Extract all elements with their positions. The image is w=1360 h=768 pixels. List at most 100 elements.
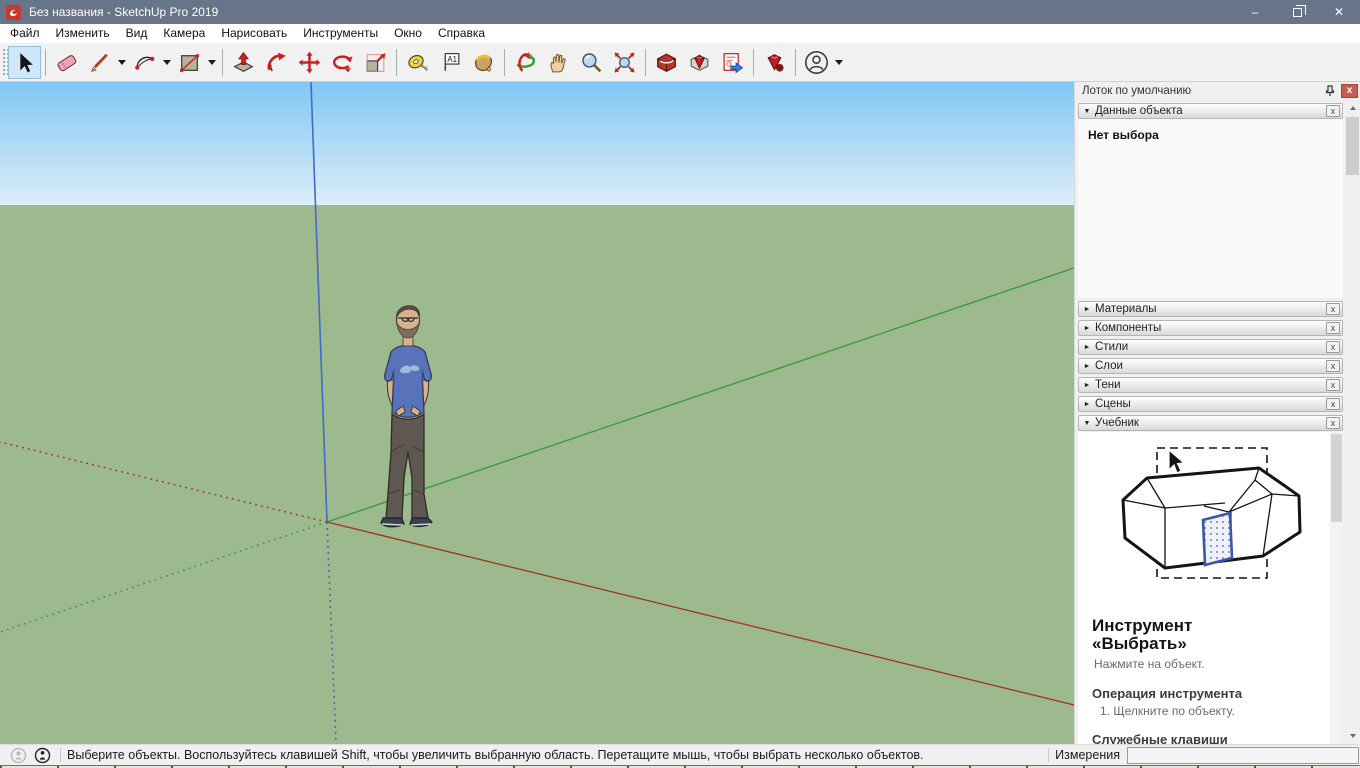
tray-close-button[interactable]: x — [1341, 84, 1358, 98]
extension-warehouse-icon — [687, 50, 712, 75]
3d-warehouse-button[interactable] — [650, 46, 683, 79]
panel-header-layers[interactable]: ► Слои x — [1078, 358, 1343, 374]
toolbar-grip[interactable] — [1, 47, 8, 77]
panel-close-button[interactable]: x — [1326, 417, 1340, 429]
select-tool-button[interactable] — [8, 46, 41, 79]
push-pull-tool-button[interactable] — [227, 46, 260, 79]
arc-icon — [132, 50, 157, 75]
panel-label: Стили — [1095, 341, 1326, 353]
no-selection-text: Нет выбора — [1078, 119, 1343, 142]
rotate-tool-button[interactable] — [326, 46, 359, 79]
instructor-scrollbar[interactable] — [1330, 432, 1343, 744]
measurements-input[interactable] — [1127, 747, 1359, 764]
scale-icon — [363, 50, 388, 75]
select-arrow-icon — [12, 50, 37, 75]
menu-view[interactable]: Вид — [118, 24, 156, 43]
panel-header-materials[interactable]: ► Материалы x — [1078, 301, 1343, 317]
panel-close-button[interactable]: x — [1326, 322, 1340, 334]
3d-viewport[interactable] — [0, 82, 1074, 744]
default-tray: Лоток по умолчанию x ▼ Данные объекта x … — [1074, 82, 1360, 744]
text-tool-button[interactable]: A1 — [434, 46, 467, 79]
panel-header-components[interactable]: ► Компоненты x — [1078, 320, 1343, 336]
account-button[interactable] — [800, 46, 833, 79]
zoom-extents-tool-button[interactable] — [608, 46, 641, 79]
line-tool-dropdown[interactable] — [116, 46, 128, 79]
rectangle-tool-dropdown[interactable] — [206, 46, 218, 79]
chevron-right-icon: ► — [1079, 306, 1095, 313]
scroll-up-arrow-icon[interactable] — [1345, 100, 1360, 116]
drawing-axes — [0, 82, 1074, 744]
window-title: Без названия - SketchUp Pro 2019 — [29, 5, 218, 19]
panel-close-button[interactable]: x — [1326, 341, 1340, 353]
pin-icon — [1325, 85, 1335, 97]
tray-scrollbar[interactable] — [1345, 100, 1360, 744]
pan-tool-button[interactable] — [542, 46, 575, 79]
claim-credit-icon[interactable] — [32, 745, 52, 765]
geolocation-icon[interactable] — [8, 745, 28, 765]
menu-file[interactable]: Файл — [2, 24, 48, 43]
main-area: Лоток по умолчанию x ▼ Данные объекта x … — [0, 82, 1360, 744]
panel-close-button[interactable]: x — [1326, 303, 1340, 315]
menu-edit[interactable]: Изменить — [48, 24, 118, 43]
red-axis-dotted — [0, 442, 327, 522]
panel-header-scenes[interactable]: ► Сцены x — [1078, 396, 1343, 412]
menu-tools[interactable]: Инструменты — [295, 24, 386, 43]
text-a1-icon: A1 — [438, 50, 463, 75]
account-dropdown[interactable] — [833, 46, 845, 79]
tray-scrollbar-thumb[interactable] — [1346, 117, 1359, 175]
green-axis-dotted — [0, 522, 327, 632]
orbit-tool-button[interactable] — [509, 46, 542, 79]
close-button[interactable]: ✕ — [1318, 0, 1360, 24]
extension-manager-icon — [762, 50, 787, 75]
instructor-keys-title: Служебные клавиши — [1092, 732, 1330, 744]
line-tool-button[interactable] — [83, 46, 116, 79]
instructor-title: Инструмент «Выбрать» — [1092, 617, 1330, 654]
menu-help[interactable]: Справка — [430, 24, 493, 43]
follow-me-tool-button[interactable] — [260, 46, 293, 79]
statusbar-separator — [1048, 748, 1049, 762]
send-to-layout-button[interactable] — [716, 46, 749, 79]
eraser-tool-button[interactable] — [50, 46, 83, 79]
blue-axis-dotted — [327, 522, 336, 744]
svg-text:A1: A1 — [447, 54, 457, 63]
panel-header-instructor[interactable]: ▼ Учебник x — [1078, 415, 1343, 431]
toolbar-separator — [504, 49, 505, 76]
tray-body: ▼ Данные объекта x Нет выбора ► Материал… — [1075, 100, 1360, 744]
scale-tool-button[interactable] — [359, 46, 392, 79]
chevron-right-icon: ► — [1079, 401, 1095, 408]
extension-warehouse-button[interactable] — [683, 46, 716, 79]
arc-tool-dropdown[interactable] — [161, 46, 173, 79]
arc-tool-button[interactable] — [128, 46, 161, 79]
paint-bucket-tool-button[interactable] — [467, 46, 500, 79]
scroll-down-arrow-icon[interactable] — [1345, 728, 1360, 744]
panel-header-shadows[interactable]: ► Тени x — [1078, 377, 1343, 393]
tray-title: Лоток по умолчанию — [1082, 85, 1322, 97]
panel-header-styles[interactable]: ► Стили x — [1078, 339, 1343, 355]
rectangle-tool-button[interactable] — [173, 46, 206, 79]
zoom-tool-button[interactable] — [575, 46, 608, 79]
tray-title-bar: Лоток по умолчанию x — [1075, 82, 1360, 100]
tape-measure-icon — [405, 50, 430, 75]
extension-manager-button[interactable] — [758, 46, 791, 79]
menu-draw[interactable]: Нарисовать — [213, 24, 295, 43]
chevron-down-icon: ▼ — [1079, 420, 1095, 427]
scale-figure-person[interactable] — [358, 294, 454, 536]
rotate-icon — [330, 50, 355, 75]
orbit-icon — [513, 50, 538, 75]
panel-close-button[interactable]: x — [1326, 398, 1340, 410]
instructor-operation-item: 1. Щелкните по объекту. — [1100, 704, 1330, 718]
chevron-right-icon: ► — [1079, 325, 1095, 332]
menu-window[interactable]: Окно — [386, 24, 430, 43]
panel-close-button[interactable]: x — [1326, 379, 1340, 391]
auto-hide-pin-button[interactable] — [1322, 83, 1338, 99]
instructor-scrollbar-thumb[interactable] — [1331, 434, 1342, 522]
move-tool-button[interactable] — [293, 46, 326, 79]
restore-button[interactable] — [1276, 0, 1318, 24]
pan-hand-icon — [546, 50, 571, 75]
menu-camera[interactable]: Камера — [155, 24, 213, 43]
panel-close-button[interactable]: x — [1326, 360, 1340, 372]
panel-close-button[interactable]: x — [1326, 105, 1340, 117]
minimize-button[interactable]: – — [1234, 0, 1276, 24]
tape-measure-tool-button[interactable] — [401, 46, 434, 79]
panel-header-entity-info[interactable]: ▼ Данные объекта x — [1078, 103, 1343, 119]
